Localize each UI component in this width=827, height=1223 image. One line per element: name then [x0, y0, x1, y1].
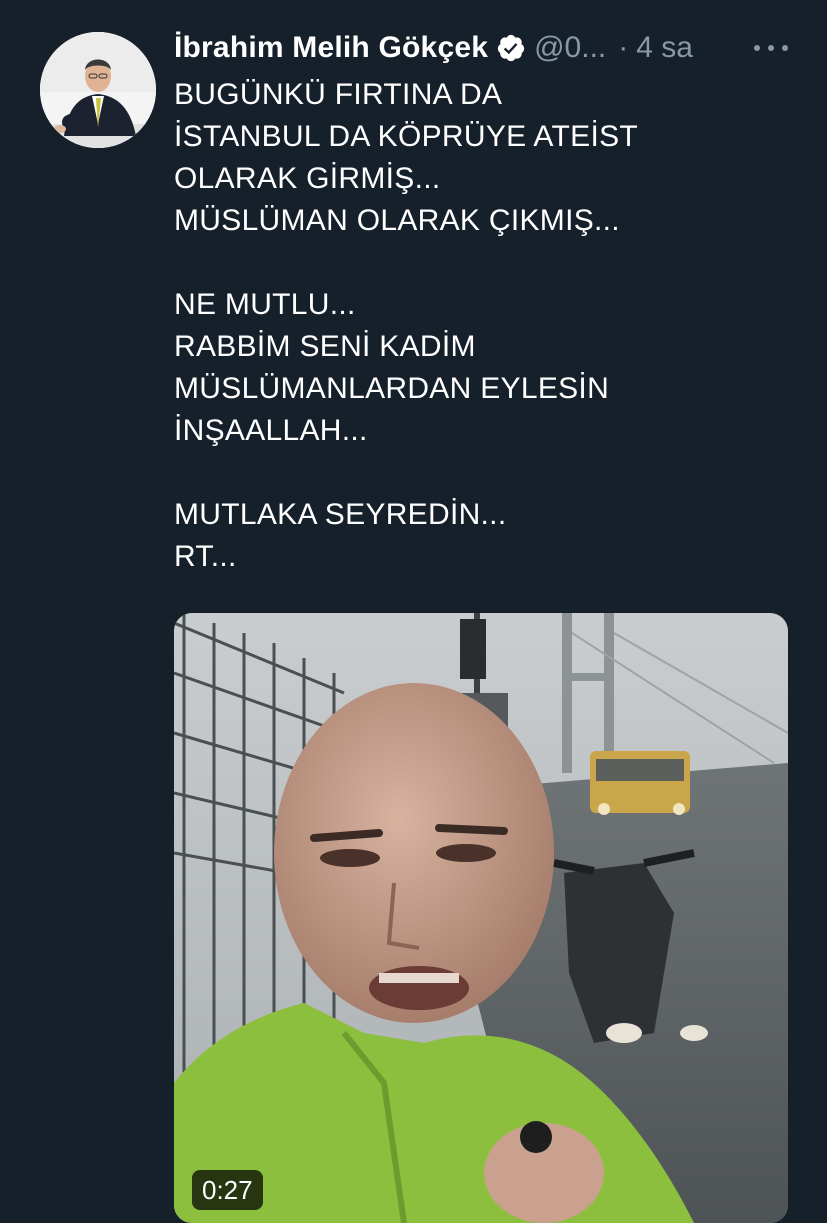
- tweet-text-line: [174, 242, 784, 284]
- author-display-name[interactable]: İbrahim Melih Gökçek: [174, 31, 488, 65]
- tweet-text-line: MUTLAKA SEYREDİN...: [174, 498, 507, 531]
- more-dot: [754, 45, 760, 51]
- tweet-text-line: İNŞAALLAH...: [174, 414, 368, 447]
- tweet-text-line: [174, 452, 784, 494]
- tweet-text-line: MÜSLÜMAN OLARAK ÇIKMIŞ...: [174, 204, 620, 237]
- tweet-text-line: OLARAK GİRMİŞ...: [174, 162, 441, 195]
- tweet[interactable]: İbrahim Melih Gökçek @0... · 4 sa BUGÜNK…: [0, 0, 827, 1223]
- tweet-header: İbrahim Melih Gökçek @0... · 4 sa: [174, 26, 804, 70]
- header-separator: ·: [618, 31, 629, 64]
- more-options-icon[interactable]: [754, 34, 788, 62]
- tweet-text-line: NE MUTLU...: [174, 288, 356, 321]
- author-avatar[interactable]: [40, 32, 156, 148]
- video-duration-badge: 0:27: [192, 1170, 263, 1210]
- tweet-text-line: RT...: [174, 540, 237, 573]
- tweet-text-line: BUGÜNKÜ FIRTINA DA: [174, 78, 503, 111]
- verified-badge-icon: [496, 33, 526, 63]
- author-handle[interactable]: @0...: [534, 31, 606, 65]
- more-dot: [768, 45, 774, 51]
- video-player[interactable]: [174, 613, 788, 1223]
- tweet-text-line: MÜSLÜMANLARDAN EYLESİN: [174, 372, 610, 405]
- tweet-text-line: İSTANBUL DA KÖPRÜYE ATEİST: [174, 120, 639, 153]
- video-thumbnail: [174, 613, 788, 1223]
- more-dot: [782, 45, 788, 51]
- tweet-timestamp[interactable]: 4 sa: [636, 31, 693, 65]
- tweet-text: BUGÜNKÜ FIRTINA DA İSTANBUL DA KÖPRÜYE A…: [174, 74, 784, 578]
- tweet-text-line: RABBİM SENİ KADİM: [174, 330, 476, 363]
